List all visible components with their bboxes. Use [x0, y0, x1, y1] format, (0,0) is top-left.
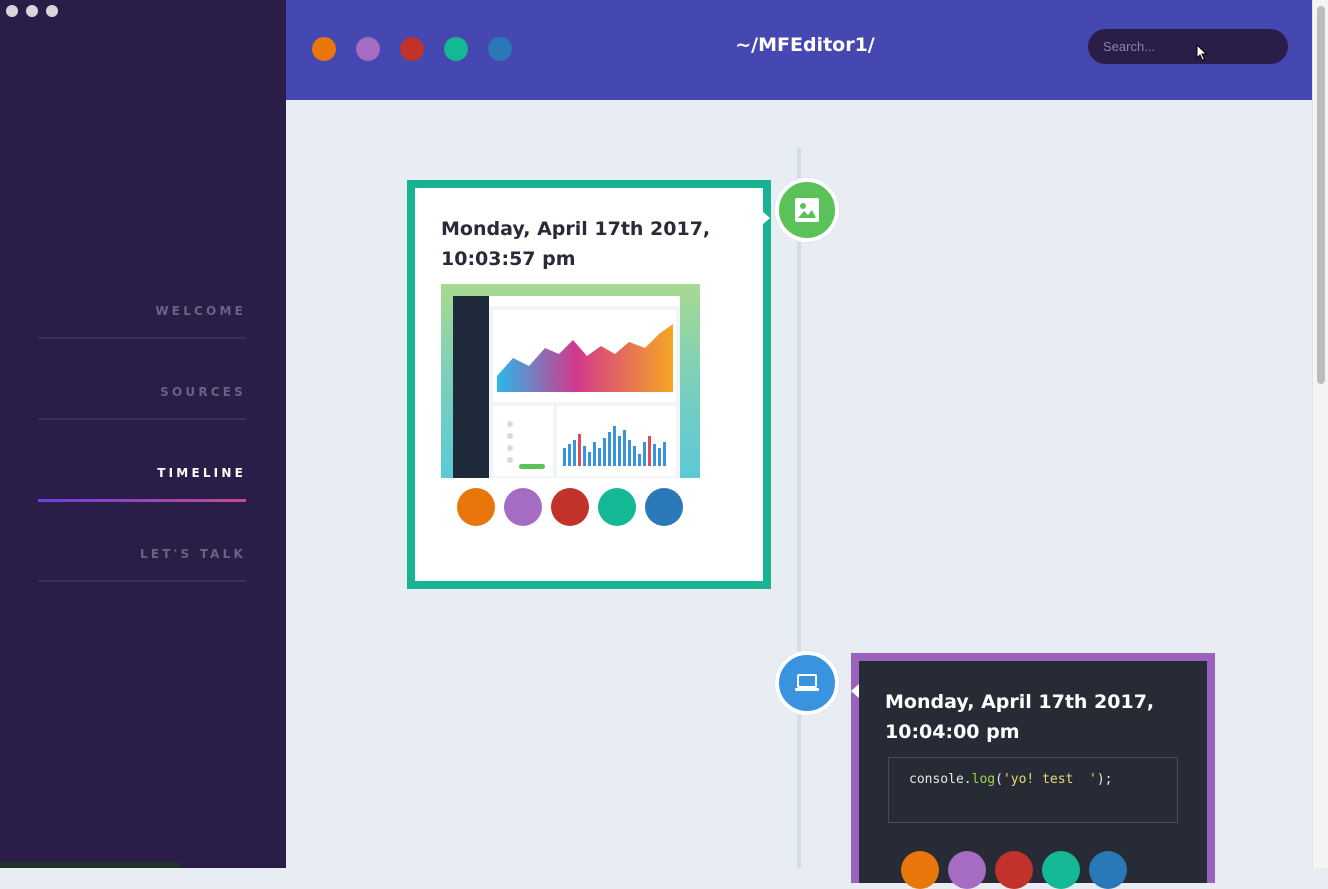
tag-dot-red[interactable] [995, 851, 1033, 889]
timeline-card-image[interactable]: Monday, April 17th 2017, 10:03:57 pm [407, 180, 771, 589]
nav-item-label: WELCOME [155, 304, 246, 318]
tag-dot-purple[interactable] [504, 488, 542, 526]
timeline-card-code[interactable]: Monday, April 17th 2017, 10:04:00 pm con… [851, 653, 1215, 889]
search-input[interactable] [1088, 29, 1288, 64]
timeline-axis [797, 148, 801, 868]
nav-item-lets-talk[interactable]: LET'S TALK [38, 533, 246, 614]
card-pointer [851, 684, 859, 698]
app-window: WELCOME SOURCES TIMELINE LET'S TALK ~/MF… [0, 0, 1328, 889]
entry-date: Monday, April 17th 2017, [441, 218, 711, 240]
card-pointer [762, 211, 770, 225]
entry-timestamp: Monday, April 17th 2017, 10:03:57 pm [441, 214, 761, 274]
tag-dot-teal[interactable] [1042, 851, 1080, 889]
entry-time: 10:03:57 pm [441, 248, 576, 270]
code-snippet[interactable]: console.log('yo! test '); [888, 757, 1178, 823]
nav-item-timeline[interactable]: TIMELINE [38, 452, 246, 533]
code-function: console.log [909, 772, 996, 787]
status-strip [0, 862, 180, 868]
nav-item-underline [38, 580, 246, 582]
color-tag-row [901, 851, 1127, 889]
tag-dot-orange[interactable] [901, 851, 939, 889]
timeline-node-image[interactable] [775, 178, 839, 242]
mouse-cursor-icon [1196, 44, 1208, 62]
scrollbar-thumb[interactable] [1317, 6, 1325, 384]
entry-date: Monday, April 17th 2017, [885, 691, 1155, 713]
nav-item-sources[interactable]: SOURCES [38, 371, 246, 452]
entry-time: 10:04:00 pm [885, 721, 1020, 743]
tag-dot-red[interactable] [551, 488, 589, 526]
tag-dot-teal[interactable] [598, 488, 636, 526]
nav-item-label: LET'S TALK [139, 547, 246, 561]
scrollbar[interactable] [1312, 0, 1328, 868]
code-close: ); [1096, 772, 1113, 787]
window-controls [6, 5, 58, 17]
timeline-node-code[interactable] [775, 651, 839, 715]
code-string: 'yo! test ' [1002, 772, 1097, 787]
laptop-icon [795, 674, 819, 691]
screenshot-thumbnail[interactable] [441, 284, 700, 478]
tag-dot-orange[interactable] [457, 488, 495, 526]
sidebar-nav: WELCOME SOURCES TIMELINE LET'S TALK [38, 290, 246, 614]
nav-item-welcome[interactable]: WELCOME [38, 290, 246, 371]
nav-item-underline [38, 418, 246, 420]
tag-dot-blue[interactable] [1089, 851, 1127, 889]
nav-item-label: TIMELINE [157, 466, 246, 480]
tag-dot-purple[interactable] [948, 851, 986, 889]
nav-item-label: SOURCES [160, 385, 246, 399]
nav-item-underline [38, 337, 246, 339]
sidebar: WELCOME SOURCES TIMELINE LET'S TALK [0, 0, 286, 868]
maximize-window-button[interactable] [46, 5, 58, 17]
thumbnail-dashboard [453, 296, 680, 478]
header-bar: ~/MFEditor1/ [286, 0, 1312, 100]
color-tag-row [457, 488, 683, 526]
nav-item-underline-active [38, 499, 246, 502]
entry-timestamp: Monday, April 17th 2017, 10:04:00 pm [885, 687, 1205, 747]
minimize-window-button[interactable] [26, 5, 38, 17]
dashboard-chart-image [489, 296, 680, 476]
image-icon [795, 198, 819, 222]
close-window-button[interactable] [6, 5, 18, 17]
tag-dot-blue[interactable] [645, 488, 683, 526]
code-open-paren: ( [995, 772, 1003, 787]
